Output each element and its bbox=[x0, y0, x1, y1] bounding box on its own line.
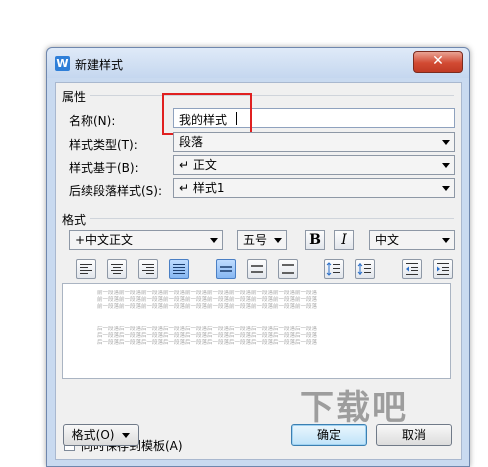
chevron-down-icon bbox=[442, 163, 450, 168]
format-menu-button[interactable]: 格式(O) bbox=[63, 424, 139, 446]
chevron-down-icon bbox=[442, 140, 450, 145]
format-divider bbox=[90, 218, 454, 219]
preview-prev-line: 前一段落前一段落前一段落前一段落前一段落前一段落前一段落前一段落前一段落前一段落 bbox=[97, 290, 318, 296]
preview-next-line: 后一段落后一段落后一段落后一段落后一段落后一段落后一段落后一段落后一段落后一段落 bbox=[97, 333, 318, 339]
based-on-select[interactable]: ↵ 正文 bbox=[173, 155, 455, 175]
next-style-value: ↵ 样式1 bbox=[179, 181, 225, 195]
line-spacing-half-icon bbox=[251, 265, 263, 273]
preview-prev-paragraph: 前一段落前一段落前一段落前一段落前一段落前一段落前一段落前一段落前一段落前一段落… bbox=[97, 290, 417, 311]
align-center-button[interactable] bbox=[107, 259, 127, 279]
increase-para-spacing-button[interactable] bbox=[324, 259, 344, 279]
chevron-down-icon bbox=[442, 186, 450, 191]
preview-next-paragraph: 后一段落后一段落后一段落后一段落后一段落后一段落后一段落后一段落后一段落后一段落… bbox=[97, 326, 417, 347]
style-preview-pane: 前一段落前一段落前一段落前一段落前一段落前一段落前一段落前一段落前一段落前一段落… bbox=[62, 283, 451, 379]
preview-next-line: 后一段落后一段落后一段落后一段落后一段落后一段落后一段落后一段落后一段落后一段落 bbox=[97, 340, 318, 346]
font-size-select[interactable]: 五号 bbox=[237, 230, 287, 250]
properties-section-title: 属性 bbox=[62, 90, 87, 104]
style-type-value: 段落 bbox=[179, 135, 204, 149]
preview-next-line: 后一段落后一段落后一段落后一段落后一段落后一段落后一段落后一段落后一段落后一段落 bbox=[97, 326, 318, 332]
increase-indent-button[interactable] bbox=[433, 259, 453, 279]
style-type-select[interactable]: 段落 bbox=[173, 132, 455, 152]
one-half-spacing-button[interactable] bbox=[247, 259, 267, 279]
language-select[interactable]: 中文 bbox=[369, 230, 455, 250]
next-style-select[interactable]: ↵ 样式1 bbox=[173, 178, 455, 198]
properties-divider bbox=[90, 95, 454, 96]
decrease-para-spacing-button[interactable] bbox=[355, 259, 375, 279]
align-right-button[interactable] bbox=[138, 259, 158, 279]
preview-prev-line: 前一段落前一段落前一段落前一段落前一段落前一段落前一段落前一段落前一段落前一段落 bbox=[97, 304, 318, 310]
decrease-indent-button[interactable] bbox=[402, 259, 422, 279]
format-menu-button-label: 格式(O) bbox=[71, 428, 115, 442]
watermark-logo: 下载吧 bbox=[300, 388, 408, 428]
indent-decrease-icon bbox=[406, 263, 418, 275]
chevron-down-icon bbox=[442, 238, 450, 243]
single-spacing-button[interactable] bbox=[216, 259, 236, 279]
dialog-title: 新建样式 bbox=[75, 58, 124, 72]
align-left-icon bbox=[80, 264, 92, 274]
double-spacing-button[interactable] bbox=[278, 259, 298, 279]
format-section-title: 格式 bbox=[62, 213, 87, 227]
italic-button[interactable]: I bbox=[334, 230, 354, 250]
close-button[interactable]: ✕ bbox=[413, 51, 463, 73]
align-left-button[interactable] bbox=[76, 259, 96, 279]
style-type-label: 样式类型(T): bbox=[69, 138, 138, 152]
based-on-label: 样式基于(B): bbox=[69, 161, 139, 175]
font-select[interactable]: +中文正文 bbox=[69, 230, 223, 250]
font-value: +中文正文 bbox=[75, 233, 134, 247]
para-spacing-decrease-icon bbox=[357, 263, 371, 275]
chevron-down-icon bbox=[210, 238, 218, 243]
based-on-value: ↵ 正文 bbox=[179, 158, 217, 172]
line-spacing-single-icon bbox=[220, 266, 232, 272]
font-size-value: 五号 bbox=[243, 233, 268, 247]
chevron-down-icon bbox=[122, 433, 131, 438]
next-style-label: 后续段落样式(S): bbox=[69, 184, 163, 198]
language-value: 中文 bbox=[375, 233, 400, 247]
align-center-icon bbox=[111, 264, 123, 274]
preview-prev-line: 前一段落前一段落前一段落前一段落前一段落前一段落前一段落前一段落前一段落前一段落 bbox=[97, 297, 318, 303]
chevron-down-icon bbox=[274, 238, 282, 243]
line-spacing-double-icon bbox=[282, 264, 294, 274]
align-right-icon bbox=[142, 264, 154, 274]
indent-increase-icon bbox=[437, 263, 449, 275]
bold-button[interactable]: B bbox=[305, 230, 325, 250]
name-label: 名称(N): bbox=[69, 114, 116, 128]
wps-app-icon: W bbox=[55, 56, 70, 71]
justify-icon bbox=[173, 264, 185, 274]
title-bar[interactable]: W 新建样式 ✕ bbox=[47, 48, 469, 78]
highlight-box bbox=[162, 93, 252, 135]
justify-button[interactable] bbox=[169, 259, 189, 279]
para-spacing-increase-icon bbox=[326, 262, 340, 276]
